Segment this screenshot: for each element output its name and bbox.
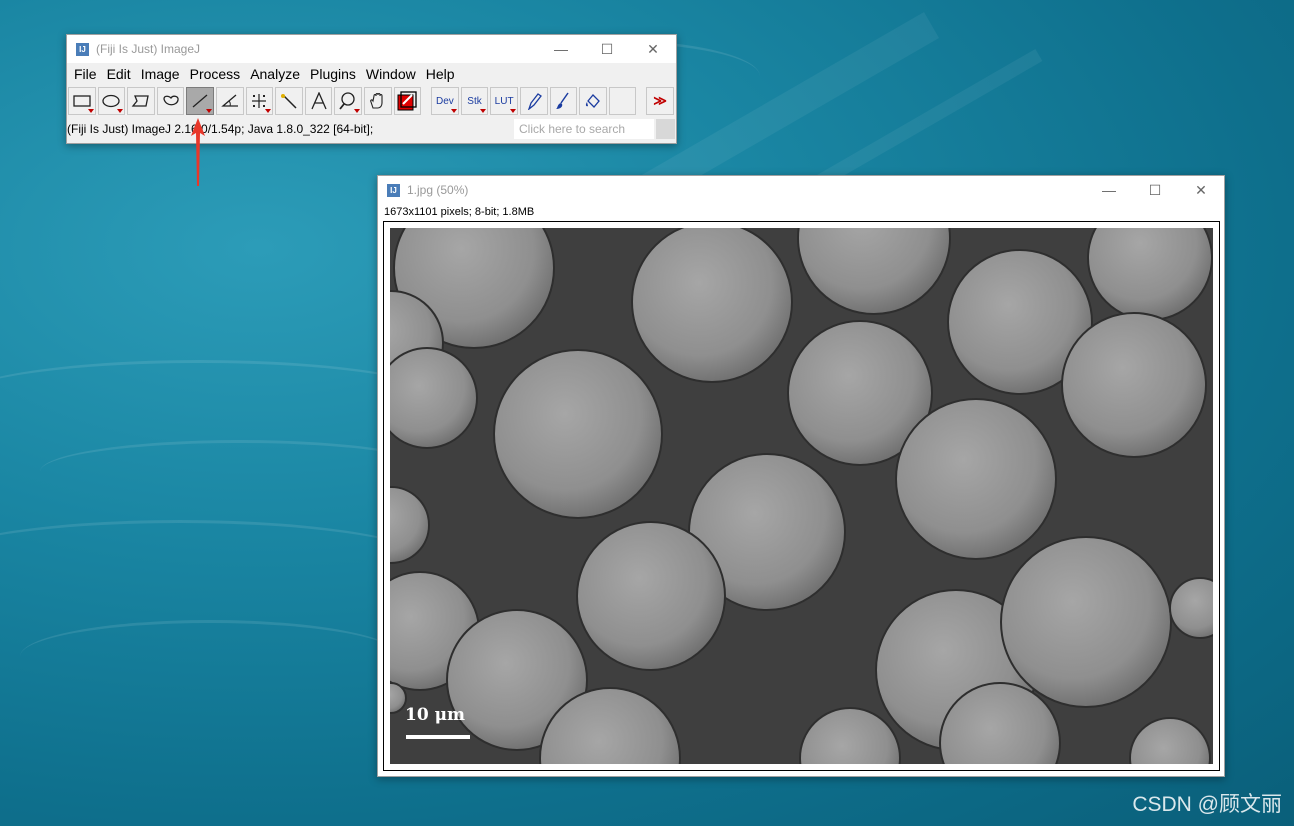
angle-icon (220, 94, 238, 107)
status-text: (Fiji Is Just) ImageJ 2.16.0/1.54p; Java… (67, 122, 374, 136)
menu-analyze[interactable]: Analyze (245, 66, 305, 82)
image-canvas-frame: 10 μm (383, 221, 1220, 771)
oval-tool[interactable] (97, 87, 126, 115)
main-titlebar[interactable]: IJ (Fiji Is Just) ImageJ — ☐ ✕ (67, 35, 676, 63)
pencil-tool[interactable] (519, 87, 548, 115)
scale-bar (406, 735, 470, 739)
image-window: IJ 1.jpg (50%) — ☐ ✕ 1673x1101 pixels; 8… (377, 175, 1225, 777)
more-tools-icon: ≫ (653, 93, 667, 108)
freehand-tool[interactable] (156, 87, 185, 115)
oval-icon (102, 94, 121, 108)
stk-menu-tool[interactable]: Stk (460, 87, 489, 115)
image-window-title: 1.jpg (50%) (407, 183, 469, 197)
wand-tool[interactable] (275, 87, 303, 115)
zoom-tool[interactable] (334, 87, 362, 115)
image-window-icon: IJ (387, 183, 400, 197)
dev-menu-label: Dev (436, 95, 454, 107)
rectangle-tool[interactable] (68, 87, 96, 115)
maximize-button[interactable]: ☐ (584, 35, 630, 63)
color-picker-icon (397, 91, 417, 111)
menu-edit[interactable]: Edit (102, 66, 136, 82)
lut-menu-tool[interactable]: LUT (490, 87, 518, 115)
menu-help[interactable]: Help (421, 66, 460, 82)
watermark: CSDN @顾文丽 (1132, 793, 1282, 816)
annotation-arrow (191, 118, 205, 186)
text-tool[interactable] (304, 87, 333, 115)
point-tool[interactable] (245, 87, 274, 115)
scale-bar-label: 10 μm (405, 705, 466, 725)
line-tool[interactable] (186, 87, 214, 115)
statusbar: (Fiji Is Just) ImageJ 2.16.0/1.54p; Java… (67, 117, 676, 141)
lut-menu-label: LUT (494, 95, 514, 107)
hand-icon (369, 92, 383, 109)
magnifier-icon (339, 92, 355, 110)
menu-process[interactable]: Process (185, 66, 246, 82)
menu-file[interactable]: File (69, 66, 102, 82)
minimize-button[interactable]: — (538, 35, 584, 63)
polygon-icon (131, 95, 149, 107)
image-minimize-button[interactable]: — (1086, 176, 1132, 204)
dev-menu-tool[interactable]: Dev (431, 87, 459, 115)
image-close-button[interactable]: ✕ (1178, 176, 1224, 204)
image-titlebar[interactable]: IJ 1.jpg (50%) — ☐ ✕ (378, 176, 1224, 204)
empty-tool-slot[interactable] (608, 87, 637, 115)
polygon-tool[interactable] (127, 87, 155, 115)
wand-icon (280, 94, 297, 109)
text-icon (310, 92, 327, 110)
close-button[interactable]: ✕ (630, 35, 676, 63)
more-tools-button[interactable]: ≫ (646, 87, 674, 115)
angle-tool[interactable] (215, 87, 244, 115)
imagej-main-window: IJ (Fiji Is Just) ImageJ — ☐ ✕ File Edit… (66, 34, 677, 144)
sem-image (390, 228, 1213, 764)
menu-image[interactable]: Image (136, 66, 185, 82)
menu-window[interactable]: Window (361, 66, 421, 82)
stk-menu-label: Stk (467, 95, 482, 107)
menu-plugins[interactable]: Plugins (305, 66, 361, 82)
flood-fill-tool[interactable] (579, 87, 607, 115)
freehand-icon (162, 95, 179, 106)
image-info: 1673x1101 pixels; 8-bit; 1.8MB (384, 206, 535, 218)
search-input[interactable]: Click here to search (514, 119, 654, 139)
toolbar: Dev Stk LUT ≫ (67, 85, 676, 117)
brush-icon (556, 92, 569, 109)
image-canvas[interactable]: 10 μm (390, 228, 1213, 764)
brush-tool[interactable] (549, 87, 578, 115)
color-picker-tool[interactable] (393, 87, 422, 115)
scroll-tool[interactable] (363, 87, 392, 115)
point-icon (252, 94, 267, 108)
menubar: File Edit Image Process Analyze Plugins … (67, 63, 676, 85)
flood-fill-icon (585, 94, 600, 108)
pencil-icon (527, 93, 542, 110)
search-button[interactable] (656, 119, 675, 139)
rectangle-icon (73, 95, 91, 107)
image-maximize-button[interactable]: ☐ (1132, 176, 1178, 204)
imagej-app-icon: IJ (76, 42, 89, 56)
line-icon (192, 94, 208, 108)
main-window-title: (Fiji Is Just) ImageJ (96, 42, 201, 56)
